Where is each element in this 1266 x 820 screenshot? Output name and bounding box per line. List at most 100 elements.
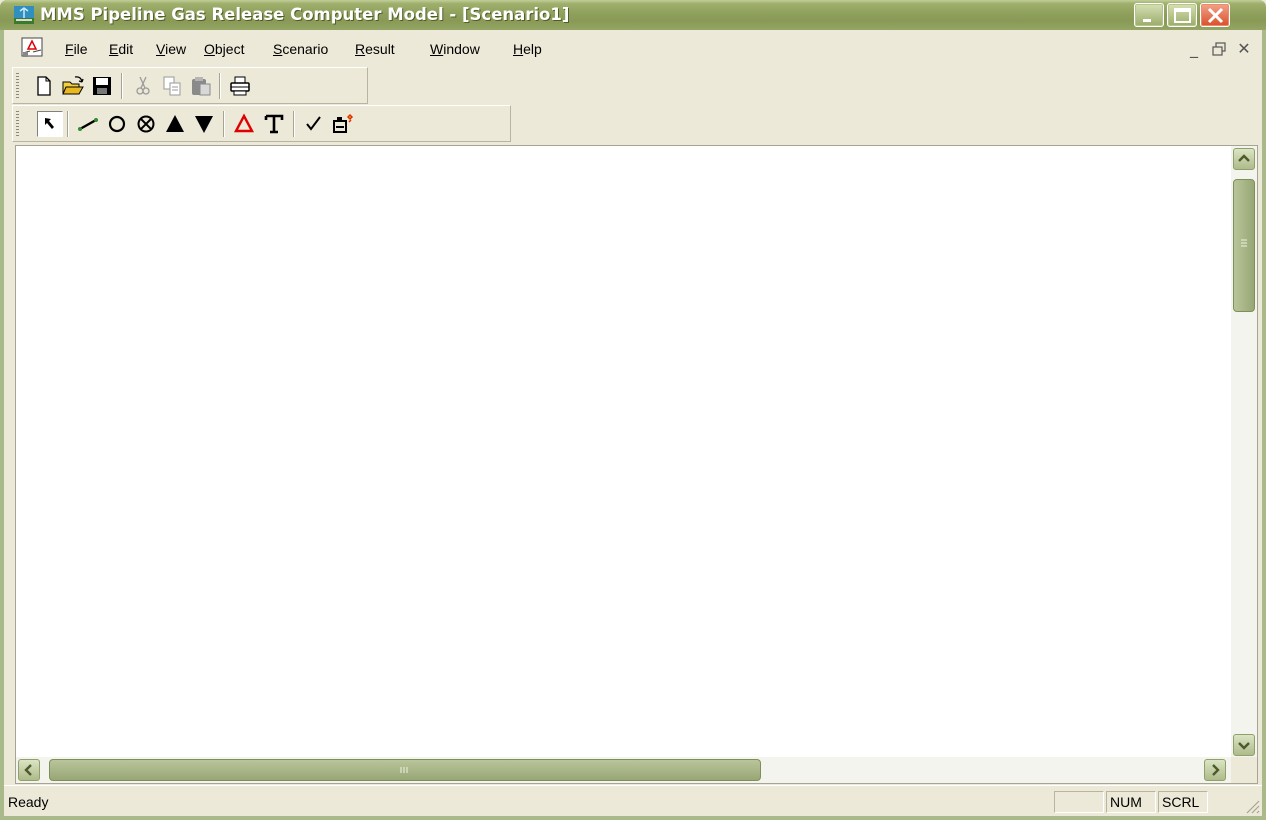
client-area: File Edit View Object Scenario Result Wi… (4, 30, 1262, 816)
scenario-canvas[interactable] (15, 145, 1258, 784)
new-button[interactable] (31, 73, 57, 99)
scroll-up-button[interactable] (1233, 148, 1255, 170)
status-pane-scrl: SCRL (1158, 791, 1208, 813)
status-bar: Ready NUM SCRL (4, 785, 1262, 816)
close-icon (1207, 7, 1224, 24)
toolbar-grip[interactable] (16, 111, 19, 137)
menu-result[interactable]: Result (353, 39, 397, 59)
menu-object-accel: O (204, 41, 215, 57)
copy-button[interactable] (159, 73, 185, 99)
menu-view-rest: iew (165, 41, 187, 57)
mdi-restore-button[interactable] (1209, 39, 1229, 59)
minimize-button[interactable] (1134, 3, 1164, 27)
copy-icon (163, 76, 181, 96)
mdi-minimize-button[interactable]: _ (1184, 39, 1204, 59)
compute-button[interactable] (330, 111, 356, 137)
app-window: MMS Pipeline Gas Release Computer Model … (0, 0, 1266, 820)
chevron-right-icon (1212, 764, 1220, 776)
chevron-up-icon (1238, 154, 1250, 162)
release-tool-button[interactable] (231, 111, 257, 137)
select-tool-button[interactable] (37, 111, 63, 137)
pipe-tool-button[interactable] (75, 111, 101, 137)
menu-edit-rest: dit (118, 41, 134, 57)
menu-scenario-accel: S (273, 41, 283, 57)
cut-button[interactable] (130, 73, 156, 99)
compute-icon (333, 113, 354, 133)
menu-edit[interactable]: Edit (107, 39, 135, 59)
menu-view-accel: V (156, 41, 166, 57)
scroll-right-button[interactable] (1204, 759, 1226, 781)
menu-bar: File Edit View Object Scenario Result Wi… (4, 30, 1262, 67)
toolbar-separator (223, 111, 225, 137)
maximize-icon (1174, 8, 1191, 23)
mdi-close-button[interactable]: ✕ (1234, 39, 1254, 59)
app-icon (14, 6, 34, 24)
new-icon (37, 76, 51, 96)
print-icon (230, 76, 250, 96)
cut-icon (136, 76, 150, 95)
toolbar-grip[interactable] (16, 73, 19, 99)
menu-file-accel: F (65, 41, 74, 57)
grip-lines-icon (400, 767, 408, 773)
menu-file-rest: ile (73, 41, 88, 57)
close-button[interactable] (1200, 3, 1230, 27)
restore-icon (1212, 42, 1226, 56)
menu-view[interactable]: View (154, 39, 188, 59)
toolbar-separator (219, 73, 221, 99)
toolbar-separator (67, 111, 69, 137)
grip-lines-icon (1241, 239, 1247, 247)
vertical-scrollbar[interactable] (1231, 146, 1257, 758)
maximize-button[interactable] (1167, 3, 1197, 27)
scrollbar-corner (1231, 757, 1257, 783)
menu-window[interactable]: Window (428, 39, 482, 59)
menu-window-rest: indow (443, 41, 480, 57)
horizontal-scrollbar[interactable] (16, 757, 1231, 783)
menu-result-rest: esult (365, 41, 395, 57)
text-tool-button[interactable] (261, 111, 287, 137)
valve-icon (137, 115, 155, 133)
standard-toolbar (12, 67, 368, 104)
text-icon (264, 114, 284, 134)
check-button[interactable] (301, 111, 327, 137)
source-tool-button[interactable] (162, 111, 188, 137)
title-bar[interactable]: MMS Pipeline Gas Release Computer Model … (0, 0, 1266, 30)
scroll-left-button[interactable] (18, 759, 40, 781)
menu-object[interactable]: Object (202, 39, 246, 59)
paste-button[interactable] (188, 73, 214, 99)
status-pane-caps (1054, 791, 1104, 813)
menu-file[interactable]: File (63, 39, 90, 59)
save-icon (93, 77, 111, 95)
object-toolbar (12, 105, 511, 142)
scroll-down-button[interactable] (1233, 734, 1255, 756)
menu-help-rest: elp (523, 41, 542, 57)
source-triangle-icon (166, 115, 184, 132)
valve-tool-button[interactable] (133, 111, 159, 137)
open-icon (62, 76, 84, 95)
resize-grip-icon[interactable] (1244, 798, 1260, 814)
status-pane-num: NUM (1106, 791, 1156, 813)
chevron-down-icon (1238, 742, 1250, 750)
sink-tool-button[interactable] (191, 111, 217, 137)
open-button[interactable] (60, 73, 86, 99)
menu-help-accel: H (513, 41, 524, 57)
node-tool-button[interactable] (104, 111, 130, 137)
save-button[interactable] (89, 73, 115, 99)
check-icon (306, 116, 321, 131)
menu-help[interactable]: Help (511, 39, 544, 59)
menu-window-accel: W (430, 41, 444, 57)
sink-triangle-icon (195, 116, 213, 133)
release-point-icon (234, 113, 254, 133)
horizontal-scroll-thumb[interactable] (49, 759, 761, 781)
print-button[interactable] (227, 73, 253, 99)
menu-object-rest: bject (214, 41, 245, 57)
pipe-segment-icon (78, 118, 98, 131)
node-circle-icon (108, 115, 126, 133)
menu-edit-accel: E (109, 41, 119, 57)
window-title: MMS Pipeline Gas Release Computer Model … (40, 5, 570, 24)
vertical-scroll-thumb[interactable] (1233, 179, 1255, 312)
toolbar-separator (293, 111, 295, 137)
document-icon[interactable] (21, 37, 45, 59)
paste-icon (192, 77, 211, 96)
toolbar-separator (121, 73, 123, 99)
menu-scenario[interactable]: Scenario (271, 39, 330, 59)
